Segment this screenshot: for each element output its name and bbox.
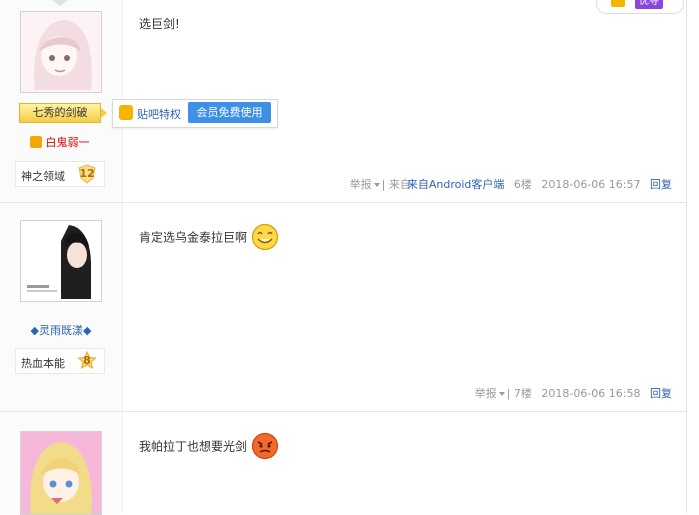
avatar[interactable] — [20, 11, 102, 93]
avatar-image — [21, 432, 101, 514]
user-title-text: 白鬼弱一 — [45, 136, 90, 149]
vip-crown-icon — [30, 136, 42, 148]
privilege-link[interactable]: 贴吧特权 — [137, 106, 181, 122]
report-caret-icon — [373, 183, 380, 187]
floor-number: 7楼 — [513, 387, 532, 400]
separator: | — [506, 387, 511, 400]
post-floor-6: 七秀的剑破 白鬼弱一 神之领域 12 贴吧特权 会员免费使用 选巨剑! 举报 |… — [0, 0, 686, 203]
post-tail: 举报 | 来自来自Android客户端 6楼 2018-06-06 16:57 回… — [350, 176, 672, 192]
level-shield-icon: 12 — [78, 164, 96, 184]
smile-emoji-icon — [251, 223, 278, 251]
badge-level: 12 — [79, 167, 95, 180]
post-list: 优寻 七秀的剑破 白鬼弱一 神之领域 12 贴吧特权 会员免费使用 选巨剑! 举… — [0, 0, 687, 515]
reply-button[interactable]: 回复 — [650, 387, 672, 400]
user-title[interactable]: 白鬼弱一 — [30, 134, 90, 150]
author-column — [0, 412, 123, 515]
badge-name: 热血本能 — [21, 357, 65, 370]
post-content: 肯定选乌金泰拉巨啊 — [139, 223, 279, 251]
source-link[interactable]: 来自Android客户端 — [407, 178, 505, 191]
avatar-image — [21, 12, 101, 92]
avatar-image — [21, 221, 101, 301]
avatar[interactable] — [20, 220, 102, 302]
angry-emoji-icon — [251, 432, 278, 460]
forum-level-badge[interactable]: 神之领域 12 — [15, 161, 105, 187]
post-time: 2018-06-06 16:57 — [541, 178, 641, 191]
forum-level-badge[interactable]: 热血本能 8 — [15, 348, 105, 374]
report-caret-icon — [498, 392, 505, 396]
post-tail: 举报 | 7楼 2018-06-06 16:58 回复 — [475, 385, 672, 401]
separator: | — [381, 178, 386, 191]
username-link[interactable]: 七秀的剑破 — [19, 103, 107, 123]
author-column: 七秀的剑破 白鬼弱一 神之领域 12 — [0, 0, 123, 202]
report-button[interactable]: 举报 — [475, 387, 497, 400]
reply-button[interactable]: 回复 — [650, 178, 672, 191]
badge-level: 8 — [83, 354, 91, 367]
post-text: 我帕拉丁也想要光剑 — [139, 439, 248, 454]
floor-number: 6楼 — [513, 178, 532, 191]
badge-name: 神之领域 — [21, 170, 65, 183]
avatar[interactable] — [20, 431, 102, 515]
post-content: 我帕拉丁也想要光剑 — [139, 432, 279, 460]
author-column: ◆灵雨既漾◆ 热血本能 8 — [0, 203, 123, 411]
post-time: 2018-06-06 16:58 — [541, 387, 641, 400]
author-arrow — [52, 0, 68, 6]
level-star-icon: 8 — [77, 351, 97, 370]
post-floor-8: 我帕拉丁也想要光剑 — [0, 412, 686, 515]
privilege-crown-icon — [119, 105, 133, 120]
member-free-button[interactable]: 会员免费使用 — [188, 102, 271, 123]
post-floor-7: ◆灵雨既漾◆ 热血本能 8 肯定选乌金泰拉巨啊 举报 | 7楼 2018-06-… — [0, 203, 686, 412]
post-text: 肯定选乌金泰拉巨啊 — [139, 230, 248, 245]
member-privilege-tooltip: 贴吧特权 会员免费使用 — [112, 99, 278, 128]
report-button[interactable]: 举报 — [350, 178, 372, 191]
post-content: 选巨剑! — [139, 17, 180, 31]
username-link[interactable]: ◆灵雨既漾◆ — [0, 322, 122, 338]
